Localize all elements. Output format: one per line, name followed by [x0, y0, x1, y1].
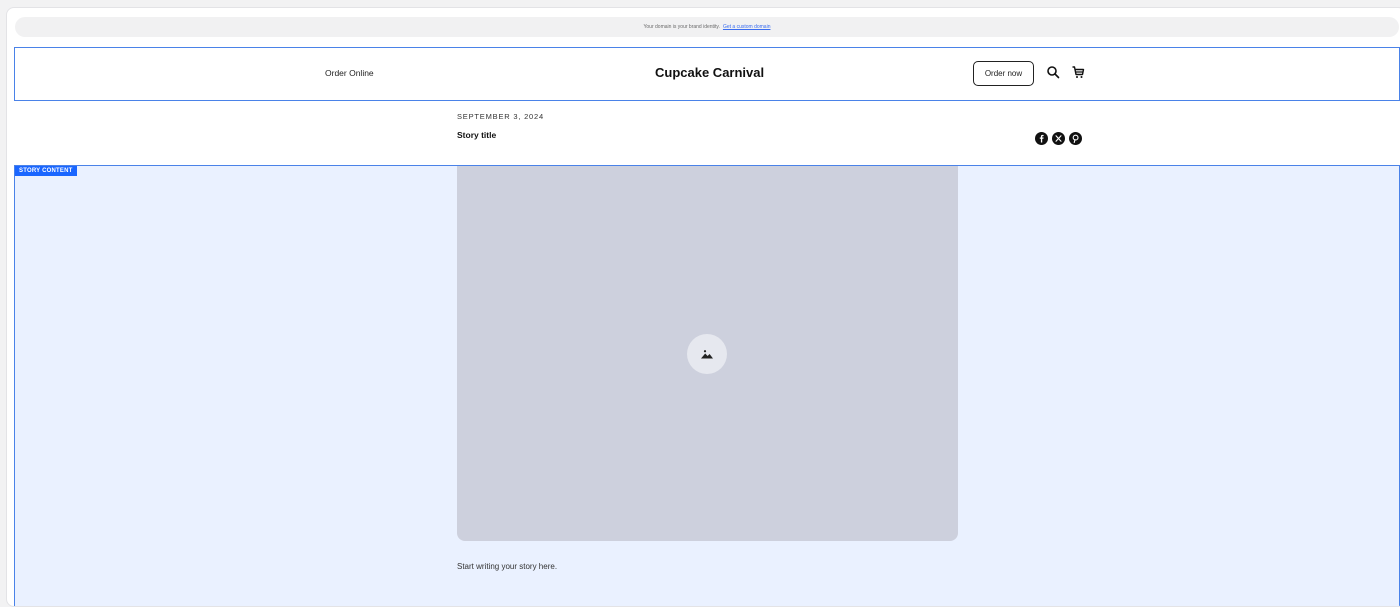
image-icon [687, 334, 727, 374]
search-icon[interactable] [1046, 65, 1060, 79]
story-image-placeholder[interactable] [457, 166, 958, 541]
editor-canvas: Your domain is your brand identity. Get … [6, 7, 1400, 607]
site-brand[interactable]: Cupcake Carnival [655, 65, 764, 80]
cart-icon[interactable] [1071, 65, 1085, 79]
custom-domain-link[interactable]: Get a custom domain [723, 24, 771, 30]
nav-link-order-online[interactable]: Order Online [325, 68, 374, 78]
x-icon[interactable] [1052, 132, 1065, 145]
story-body-text[interactable]: Start writing your story here. [457, 562, 557, 571]
pinterest-icon[interactable] [1069, 132, 1082, 145]
story-content-section[interactable]: STORY CONTENT Start writing your story h… [14, 165, 1400, 606]
story-title[interactable]: Story title [457, 130, 496, 140]
order-now-button[interactable]: Order now [973, 61, 1034, 86]
facebook-icon[interactable] [1035, 132, 1048, 145]
site-header[interactable]: Order Online Cupcake Carnival Order now [14, 47, 1400, 101]
domain-notice-text: Your domain is your brand identity. [643, 24, 720, 30]
story-date: SEPTEMBER 3, 2024 [457, 112, 544, 121]
story-content-tag: STORY CONTENT [15, 166, 77, 176]
domain-notice-bar: Your domain is your brand identity. Get … [15, 17, 1399, 37]
